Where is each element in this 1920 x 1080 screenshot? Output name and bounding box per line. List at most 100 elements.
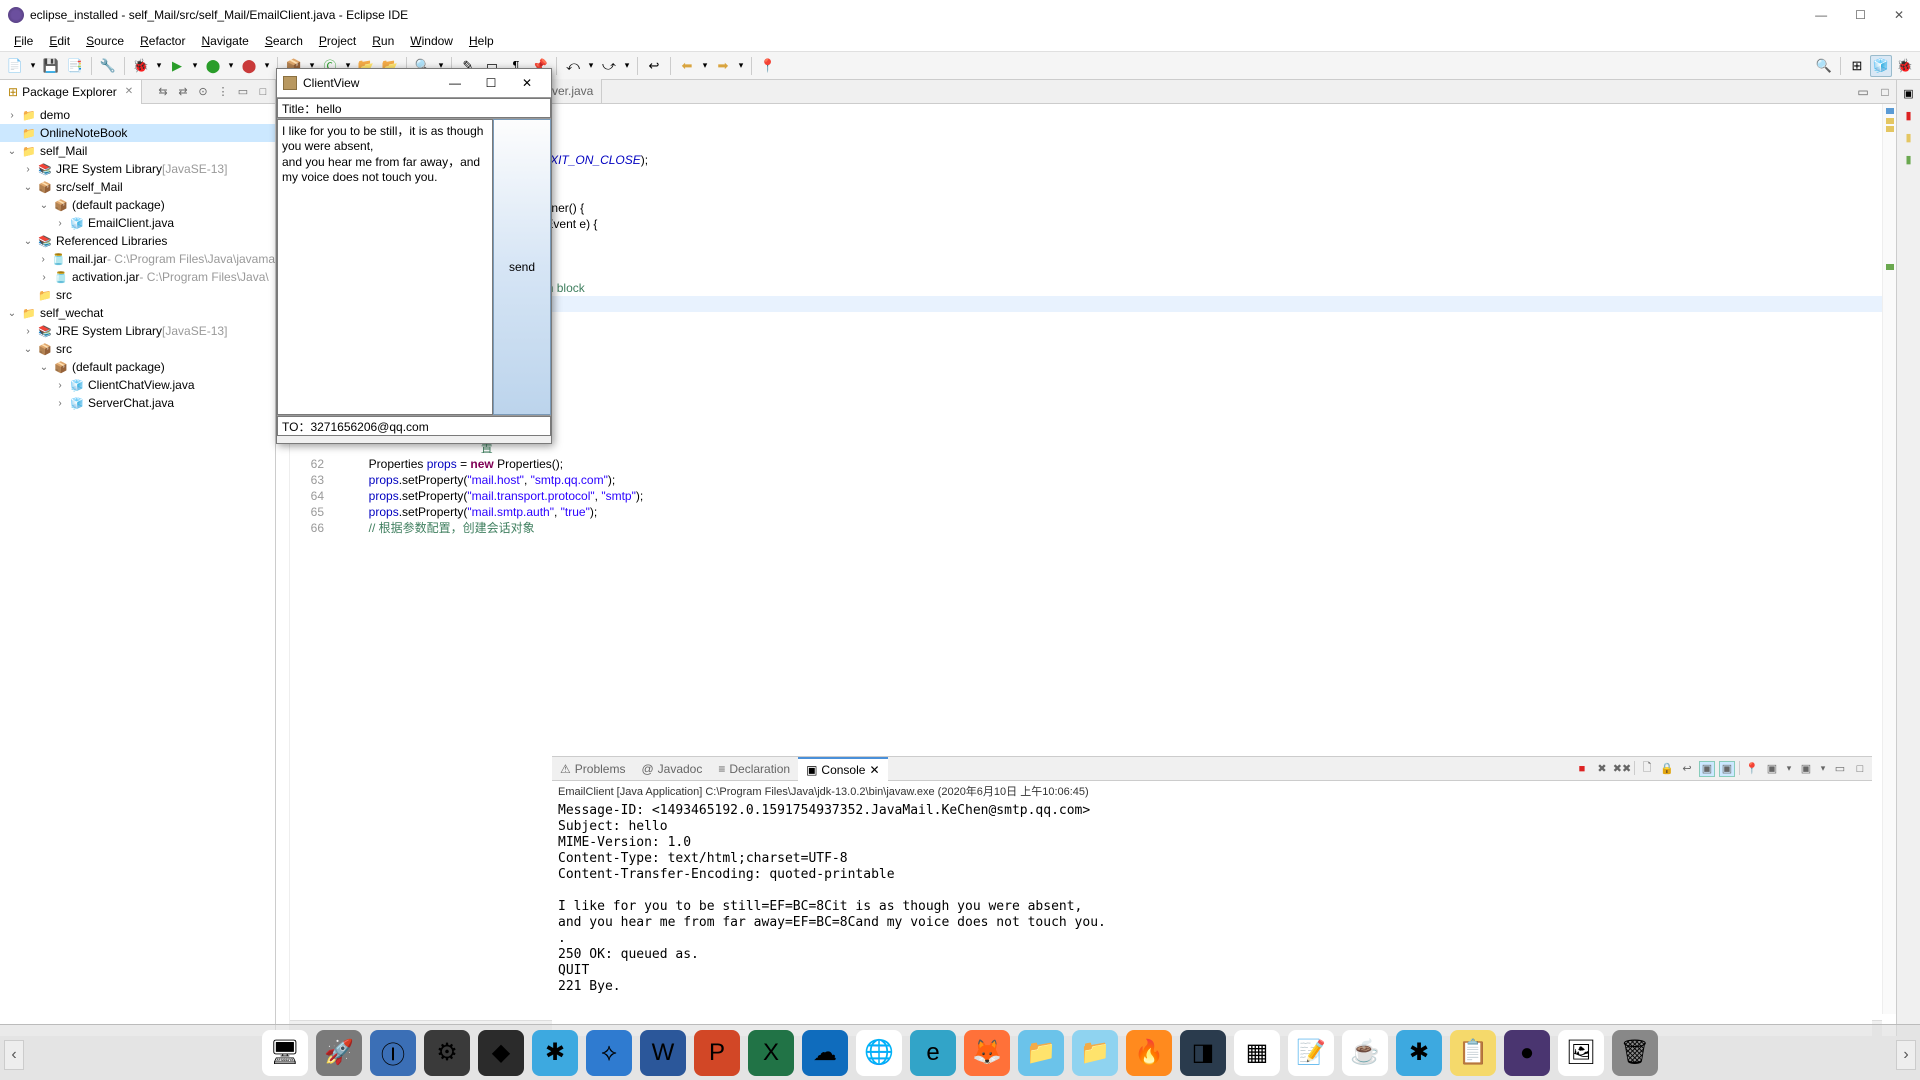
prev-annotation-button[interactable]: ⤺: [562, 55, 584, 77]
close-icon[interactable]: ✕: [125, 86, 133, 97]
dock-app[interactable]: 🔥: [1126, 1030, 1172, 1076]
send-button[interactable]: send: [493, 119, 551, 415]
tree-item[interactable]: ⌄📦(default package): [0, 358, 275, 376]
dock-app[interactable]: 🖼: [1558, 1030, 1604, 1076]
tree-item[interactable]: ›🧊EmailClient.java: [0, 214, 275, 232]
forward-button[interactable]: ➡: [712, 55, 734, 77]
dock-app[interactable]: ◆: [478, 1030, 524, 1076]
dock-app[interactable]: ✱: [1396, 1030, 1442, 1076]
client-minimize-button[interactable]: —: [437, 69, 473, 97]
title-input[interactable]: [277, 98, 551, 118]
open-console-button[interactable]: ▣: [1798, 761, 1814, 777]
save-button[interactable]: 💾: [40, 55, 62, 77]
debug-perspective-button[interactable]: 🐞: [1894, 55, 1916, 77]
dock-app[interactable]: ☕: [1342, 1030, 1388, 1076]
show-console-on-out-button[interactable]: ▣: [1699, 761, 1715, 777]
tree-item[interactable]: ⌄📚Referenced Libraries: [0, 232, 275, 250]
tree-item[interactable]: ⌄📦src: [0, 340, 275, 358]
dropdown-icon[interactable]: ▾: [622, 55, 632, 77]
tree-item[interactable]: ⌄📦(default package): [0, 196, 275, 214]
dock-app[interactable]: X: [748, 1030, 794, 1076]
quick-access-button[interactable]: 🔍: [1813, 55, 1835, 77]
dropdown-icon[interactable]: ▾: [190, 55, 200, 77]
client-titlebar[interactable]: ClientView — ☐ ✕: [277, 69, 551, 97]
minimize-button[interactable]: —: [1815, 8, 1827, 22]
maximize-view-button[interactable]: □: [255, 84, 271, 100]
dock-app[interactable]: ●: [1504, 1030, 1550, 1076]
clear-console-button[interactable]: 🗋: [1639, 761, 1655, 777]
console-output[interactable]: Message-ID: <1493465192.0.1591754937352.…: [552, 801, 1872, 1036]
menu-project[interactable]: Project: [313, 32, 362, 50]
tree-item[interactable]: ›🫙activation.jar - C:\Program Files\Java…: [0, 268, 275, 286]
dock-app[interactable]: ☁: [802, 1030, 848, 1076]
tree-item[interactable]: ›📚JRE System Library [JavaSE-13]: [0, 322, 275, 340]
dock-app[interactable]: 🗑: [1612, 1030, 1658, 1076]
tree-item[interactable]: ›🧊ServerChat.java: [0, 394, 275, 412]
remove-launch-button[interactable]: ✖: [1594, 761, 1610, 777]
dropdown-icon[interactable]: ▾: [586, 55, 596, 77]
dock-app[interactable]: 🦊: [964, 1030, 1010, 1076]
restore-icon[interactable]: ▣: [1900, 84, 1918, 102]
menu-edit[interactable]: Edit: [43, 32, 76, 50]
menu-source[interactable]: Source: [80, 32, 130, 50]
menu-navigate[interactable]: Navigate: [195, 32, 254, 50]
to-input[interactable]: [277, 416, 551, 436]
dropdown-icon[interactable]: ▾: [154, 55, 164, 77]
overview-ruler[interactable]: [1882, 104, 1896, 1014]
tree-item[interactable]: ⌄📁self_Mail: [0, 142, 275, 160]
dock-app[interactable]: 📝: [1288, 1030, 1334, 1076]
maximize-button[interactable]: ☐: [1855, 8, 1866, 22]
dock-prev-button[interactable]: ‹: [4, 1040, 24, 1070]
minimize-editor-button[interactable]: ▭: [1854, 83, 1872, 101]
menu-help[interactable]: Help: [463, 32, 500, 50]
dock-app[interactable]: ⚙: [424, 1030, 470, 1076]
pin-editor-button[interactable]: 📍: [757, 55, 779, 77]
collapse-all-button[interactable]: ⇆: [155, 84, 171, 100]
dropdown-icon[interactable]: ▾: [736, 55, 746, 77]
dropdown-icon[interactable]: ▾: [262, 55, 272, 77]
dock-app[interactable]: W: [640, 1030, 686, 1076]
maximize-panel-button[interactable]: □: [1852, 761, 1868, 777]
dock-app[interactable]: 🚀: [316, 1030, 362, 1076]
bottom-tab-declaration[interactable]: ≡Declaration: [710, 757, 798, 781]
tree-item[interactable]: 📁OnlineNoteBook: [0, 124, 275, 142]
dock-app[interactable]: ◨: [1180, 1030, 1226, 1076]
remove-all-button[interactable]: ✖✖: [1614, 761, 1630, 777]
back-button[interactable]: ⬅: [676, 55, 698, 77]
package-tree[interactable]: ›📁demo📁OnlineNoteBook⌄📁self_Mail›📚JRE Sy…: [0, 104, 275, 1036]
close-button[interactable]: ✕: [1894, 8, 1904, 22]
dock-app[interactable]: ⟡: [586, 1030, 632, 1076]
outline-icon[interactable]: ▮: [1900, 128, 1918, 146]
bottom-tab-javadoc[interactable]: @Javadoc: [633, 757, 710, 781]
client-maximize-button[interactable]: ☐: [473, 69, 509, 97]
menu-search[interactable]: Search: [259, 32, 309, 50]
display-selected-button[interactable]: ▣: [1764, 761, 1780, 777]
show-console-on-err-button[interactable]: ▣: [1719, 761, 1735, 777]
debug-button[interactable]: 🐞: [130, 55, 152, 77]
dock-app[interactable]: 📁: [1072, 1030, 1118, 1076]
save-all-button[interactable]: 📑: [64, 55, 86, 77]
dropdown-icon[interactable]: ▾: [700, 55, 710, 77]
terminate-button[interactable]: ■: [1574, 761, 1590, 777]
menu-refactor[interactable]: Refactor: [134, 32, 191, 50]
body-textarea[interactable]: [277, 119, 493, 415]
dropdown-icon[interactable]: ▾: [1784, 761, 1794, 777]
maximize-editor-button[interactable]: □: [1876, 83, 1894, 101]
open-perspective-button[interactable]: ⊞: [1846, 55, 1868, 77]
dropdown-icon[interactable]: ▾: [226, 55, 236, 77]
menu-run[interactable]: Run: [366, 32, 400, 50]
dock-app[interactable]: 🖥: [262, 1030, 308, 1076]
ext-tools-button[interactable]: ⬤: [238, 55, 260, 77]
bottom-tab-console[interactable]: ▣Console✕: [798, 757, 887, 781]
dock-app[interactable]: Ⓘ: [370, 1030, 416, 1076]
link-editor-button[interactable]: ⇄: [175, 84, 191, 100]
run-button[interactable]: ▶: [166, 55, 188, 77]
dock-next-button[interactable]: ›: [1896, 1040, 1916, 1070]
focus-button[interactable]: ⊙: [195, 84, 211, 100]
tree-item[interactable]: ›🧊ClientChatView.java: [0, 376, 275, 394]
menu-window[interactable]: Window: [404, 32, 459, 50]
tree-item[interactable]: ›📁demo: [0, 106, 275, 124]
dropdown-icon[interactable]: ▾: [28, 55, 38, 77]
tree-item[interactable]: ›📚JRE System Library [JavaSE-13]: [0, 160, 275, 178]
dock-app[interactable]: ▦: [1234, 1030, 1280, 1076]
